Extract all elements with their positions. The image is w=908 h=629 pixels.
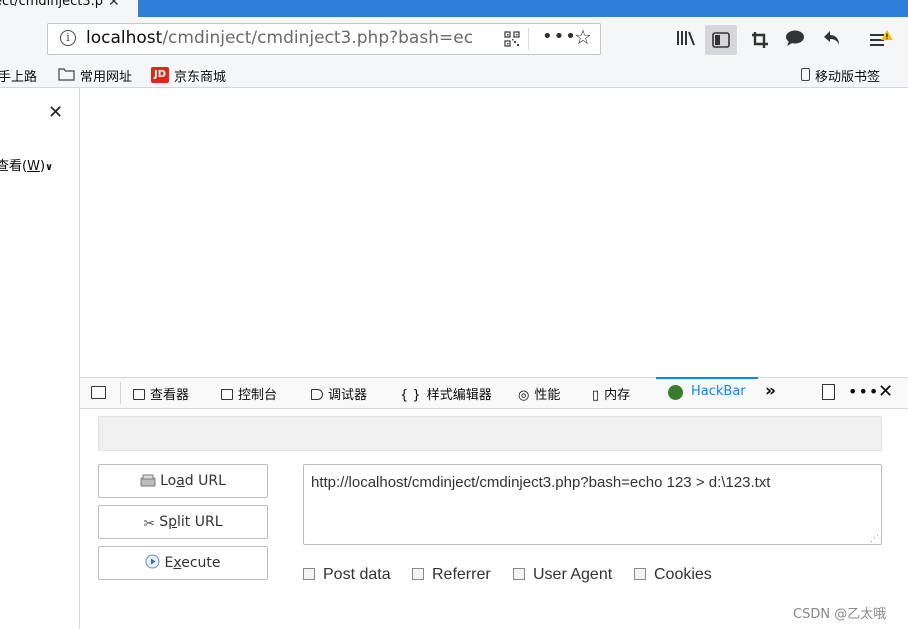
user-agent-label: User Agent <box>533 566 613 583</box>
devtools-close-icon[interactable]: ✕ <box>878 381 893 402</box>
tab-memory[interactable]: ▯ 内存 <box>592 384 630 403</box>
tab-debugger[interactable]: 调试器 <box>311 384 367 403</box>
tab-console[interactable]: 控制台 <box>221 384 277 403</box>
devtools-more-icon[interactable]: ••• <box>848 382 879 401</box>
bookmark-getting-started[interactable]: 手上路 <box>0 66 37 85</box>
gauge-icon: ◎ <box>518 388 530 403</box>
url-path: /cmdinject/cmdinject3.php?bash=echo 1 <box>162 28 472 48</box>
tab-hackbar[interactable]: HackBar <box>691 384 746 399</box>
browser-tab[interactable]: ect/cmdinject3.p ✕ <box>0 0 138 17</box>
tab-overflow-icon[interactable]: » <box>765 381 776 401</box>
tab-performance[interactable]: ◎ 性能 <box>518 384 560 403</box>
split-url-button[interactable]: ✂ Split URL <box>98 505 268 539</box>
url-textarea[interactable]: http://localhost/cmdinject/cmdinject3.ph… <box>303 464 882 545</box>
load-url-accesskey: a <box>176 473 185 489</box>
cookies-checkbox[interactable]: Cookies <box>634 566 712 584</box>
sidebar-view-menu[interactable]: 查看(W)∨ <box>0 155 53 174</box>
resize-grip-icon[interactable]: ⋰ <box>870 534 879 544</box>
hackbar-icon <box>668 385 683 400</box>
cookies-label: Cookies <box>654 566 712 583</box>
chat-icon[interactable] <box>785 29 805 47</box>
split-url-label-post: lit URL <box>177 514 223 530</box>
star-icon[interactable]: ☆ <box>574 25 592 49</box>
element-picker-icon[interactable] <box>91 386 106 399</box>
split-url-label-pre: S <box>159 514 169 530</box>
bookmark-common-sites[interactable]: 常用网址 <box>80 66 132 85</box>
watermark: CSDN @乙太哦 <box>793 607 887 622</box>
sidebar-icon <box>712 32 730 48</box>
split-url-accesskey: p <box>168 514 177 530</box>
post-data-label: Post data <box>323 566 391 583</box>
execute-button[interactable]: Execute <box>98 546 268 580</box>
menu-icon[interactable] <box>869 30 893 50</box>
chevron-down-icon: ∨ <box>45 162 54 173</box>
post-data-checkbox[interactable]: Post data <box>303 566 391 584</box>
active-tab-indicator <box>656 377 758 379</box>
inspector-icon <box>133 389 145 400</box>
view-menu-accesskey: W <box>27 159 40 174</box>
checkbox-box[interactable] <box>634 568 646 580</box>
tab-console-label: 控制台 <box>238 388 278 403</box>
library-icon[interactable] <box>676 30 696 46</box>
bookmarks-toolbar <box>0 62 908 88</box>
qr-code-icon[interactable] <box>504 31 520 47</box>
tab-inspector[interactable]: 查看器 <box>133 384 189 403</box>
load-url-label-pre: Lo <box>160 473 177 489</box>
tab-style-editor[interactable]: { } 样式编辑器 <box>400 384 492 403</box>
tab-debugger-label: 调试器 <box>328 388 368 403</box>
console-icon <box>221 389 233 400</box>
sidebar-close-icon[interactable]: ✕ <box>48 102 63 123</box>
execute-label-post: ecute <box>181 555 221 571</box>
mobile-icon <box>801 68 810 81</box>
info-icon[interactable]: i <box>60 30 76 46</box>
view-menu-label: 查看( <box>0 159 28 174</box>
tab-title: ect/cmdinject3.p <box>0 0 104 9</box>
url-host: localhost <box>86 28 163 48</box>
tab-close-icon[interactable]: ✕ <box>108 0 120 10</box>
execute-label-pre: E <box>164 555 174 571</box>
braces-icon: { } <box>400 388 421 403</box>
more-icon[interactable]: ••• <box>542 26 577 47</box>
tab-memory-label: 内存 <box>604 388 631 403</box>
referrer-label: Referrer <box>432 566 491 583</box>
reply-icon[interactable] <box>823 30 841 46</box>
play-icon <box>145 554 160 569</box>
bookmark-mobile[interactable]: 移动版书签 <box>815 66 880 85</box>
crop-icon[interactable] <box>751 31 769 49</box>
url-text[interactable]: localhost/cmdinject/cmdinject3.php?bash=… <box>86 28 472 48</box>
checkbox-box[interactable] <box>303 568 315 580</box>
load-url-label-post: d URL <box>184 473 226 489</box>
load-url-button[interactable]: Load URL <box>98 464 268 498</box>
bookmark-jd[interactable]: 京东商城 <box>174 66 226 85</box>
folder-icon <box>58 68 75 81</box>
tab-performance-label: 性能 <box>534 388 561 403</box>
load-icon <box>140 474 156 487</box>
jd-logo-icon: JD <box>151 67 169 83</box>
checkbox-box[interactable] <box>513 568 525 580</box>
debugger-icon <box>311 389 323 400</box>
devtools-toolbar <box>80 377 908 409</box>
dock-icon[interactable] <box>822 384 835 400</box>
tab-style-editor-label: 样式编辑器 <box>426 388 492 403</box>
page-content <box>80 88 908 377</box>
user-agent-checkbox[interactable]: User Agent <box>513 566 612 584</box>
scissors-icon: ✂ <box>143 516 156 532</box>
tab-inspector-label: 查看器 <box>150 388 190 403</box>
devtools-separator <box>120 382 121 404</box>
url-separator <box>528 28 529 50</box>
memory-icon: ▯ <box>592 388 600 403</box>
checkbox-box[interactable] <box>412 568 424 580</box>
referrer-checkbox[interactable]: Referrer <box>412 566 491 584</box>
hackbar-top-bar <box>98 416 882 451</box>
sidebar-toggle-button[interactable] <box>705 25 737 55</box>
